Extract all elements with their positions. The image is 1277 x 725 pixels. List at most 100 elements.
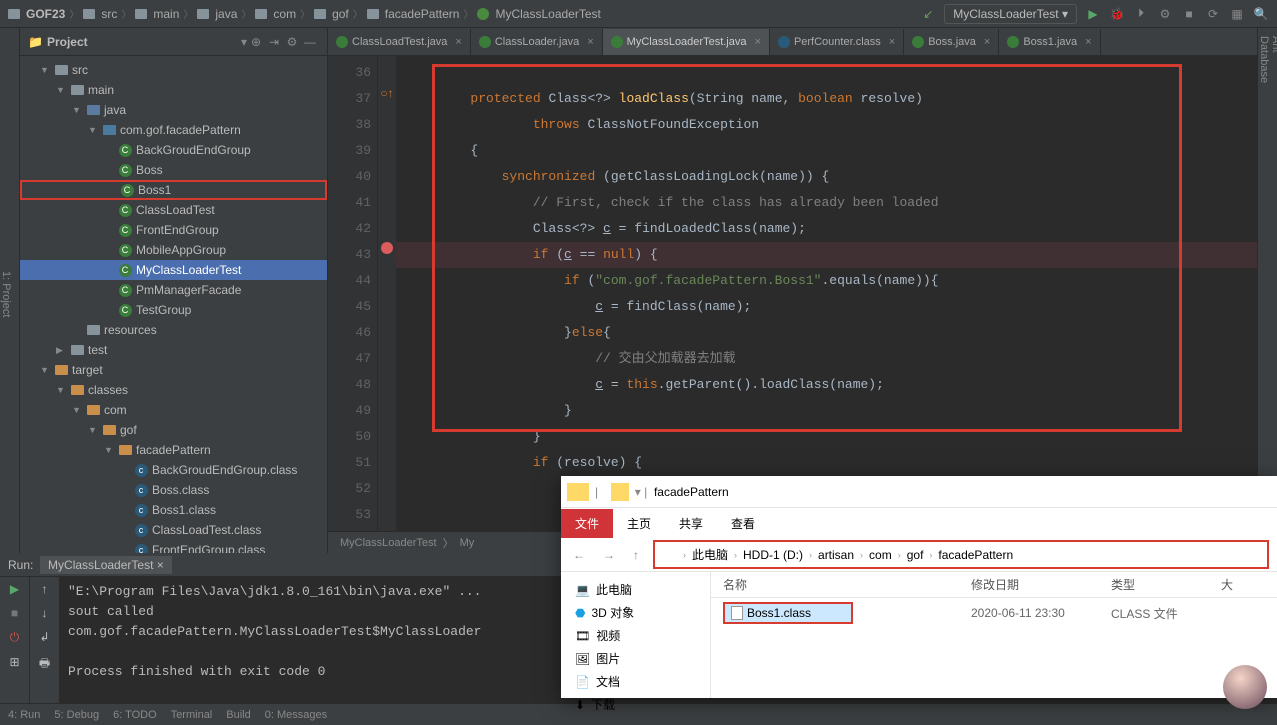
tree-tgof[interactable]: ▼gof — [20, 420, 327, 440]
address-crumbs[interactable]: › 此电脑› HDD-1 (D:)› artisan› com› gof› fa… — [653, 540, 1269, 569]
expand-icon[interactable]: ⇥ — [265, 35, 283, 49]
tab-share[interactable]: 共享 — [665, 509, 717, 538]
crumb-fp[interactable]: facadePattern — [938, 548, 1013, 562]
tree-c1[interactable]: CBackGroudEndGroup — [20, 140, 327, 160]
breadcrumb[interactable]: GOF23 〉src 〉main 〉java 〉com 〉gof 〉facade… — [8, 6, 920, 21]
col-type[interactable]: 类型 — [1111, 576, 1221, 593]
exit-icon[interactable]: ⏻ — [10, 630, 20, 645]
tree-f2[interactable]: cBoss.class — [20, 480, 327, 500]
debug-icon[interactable]: 🐞 — [1109, 6, 1125, 22]
select-opened-icon[interactable]: ⊕ — [247, 35, 265, 49]
nav-back-icon[interactable]: ← — [569, 548, 589, 562]
col-name[interactable]: 名称 — [711, 576, 971, 593]
run-tab[interactable]: MyClassLoaderTest × — [40, 556, 172, 574]
tree-tcom[interactable]: ▼com — [20, 400, 327, 420]
coverage-icon[interactable]: ⏵ — [1133, 6, 1149, 22]
col-date[interactable]: 修改日期 — [971, 576, 1111, 593]
btm-todo[interactable]: 6: TODO — [113, 709, 157, 721]
side-project[interactable]: 1: Project — [0, 271, 12, 317]
tab-view[interactable]: 查看 — [717, 509, 769, 538]
tab-classloader[interactable]: ClassLoader.java× — [471, 29, 603, 55]
explorer-columns[interactable]: 名称 修改日期 类型 大 — [711, 572, 1277, 598]
tree-c9[interactable]: CTestGroup — [20, 300, 327, 320]
tab-boss1[interactable]: Boss1.java× — [999, 29, 1100, 55]
tree-tfp[interactable]: ▼facadePattern — [20, 440, 327, 460]
nav-video[interactable]: 🎞视频 — [561, 624, 710, 647]
btm-term[interactable]: Terminal — [171, 709, 213, 721]
back-icon[interactable]: ↙ — [920, 6, 936, 22]
btm-run[interactable]: 4: Run — [8, 709, 40, 721]
nav-pics[interactable]: 🖼图片 — [561, 647, 710, 670]
nav-pc[interactable]: 💻此电脑 — [561, 578, 710, 601]
hide-icon[interactable]: — — [301, 35, 319, 49]
close-icon[interactable]: × — [455, 36, 461, 48]
tree-classes[interactable]: ▼classes — [20, 380, 327, 400]
tree-c8[interactable]: CPmManagerFacade — [20, 280, 327, 300]
tree-java[interactable]: ▼java — [20, 100, 327, 120]
print-icon[interactable]: 🖶 — [39, 654, 50, 675]
rerun-icon[interactable]: ▶ — [10, 582, 19, 596]
close-icon[interactable]: × — [587, 36, 593, 48]
tab-perfcounter[interactable]: PerfCounter.class× — [770, 29, 904, 55]
tab-myclassloadertest[interactable]: MyClassLoaderTest.java× — [603, 29, 770, 55]
bc2-b[interactable]: My — [460, 537, 475, 549]
bc-java[interactable]: java — [215, 7, 237, 21]
close-icon[interactable]: × — [889, 36, 895, 48]
run-icon[interactable]: ▶ — [1085, 6, 1101, 22]
tree-c2[interactable]: CBoss — [20, 160, 327, 180]
bc-src[interactable]: src — [101, 7, 117, 21]
tree-test[interactable]: ▶test — [20, 340, 327, 360]
col-size[interactable]: 大 — [1221, 576, 1233, 593]
crumb-d[interactable]: HDD-1 (D:) — [743, 548, 803, 562]
file-row-boss1[interactable]: Boss1.class 2020-06-11 23:30 CLASS 文件 — [711, 598, 1277, 628]
tree-f4[interactable]: cClassLoadTest.class — [20, 520, 327, 540]
explorer-ribbon-tabs[interactable]: 文件 主页 共享 查看 — [561, 508, 1277, 538]
down-icon[interactable]: ↓ — [42, 606, 48, 620]
bc-class[interactable]: MyClassLoaderTest — [495, 7, 600, 21]
tree-target[interactable]: ▼target — [20, 360, 327, 380]
run-config-select[interactable]: MyClassLoaderTest ▾ — [944, 4, 1077, 24]
gear-icon[interactable]: ⚙ — [283, 35, 301, 49]
tree-src[interactable]: ▼src — [20, 60, 327, 80]
close-icon[interactable]: × — [755, 36, 761, 48]
tree-resources[interactable]: resources — [20, 320, 327, 340]
btm-msg[interactable]: 0: Messages — [265, 709, 327, 721]
breakpoint-icon[interactable] — [381, 242, 393, 254]
tree-c4[interactable]: CClassLoadTest — [20, 200, 327, 220]
tab-file[interactable]: 文件 — [561, 509, 613, 538]
btm-debug[interactable]: 5: Debug — [54, 709, 99, 721]
tree-c3-boss1[interactable]: CBoss1 — [20, 180, 327, 200]
crumb-pc[interactable]: 此电脑 — [692, 546, 728, 563]
stop-icon[interactable]: ■ — [1181, 6, 1197, 22]
tab-boss[interactable]: Boss.java× — [904, 29, 999, 55]
sync-icon[interactable]: ⟳ — [1205, 6, 1221, 22]
explorer-file-list[interactable]: 名称 修改日期 类型 大 Boss1.class 2020-06-11 23:3… — [711, 572, 1277, 698]
close-icon[interactable]: × — [984, 36, 990, 48]
project-tree[interactable]: ▼src ▼main ▼java ▼com.gof.facadePattern … — [20, 56, 327, 553]
tree-c7-myclassloadertest[interactable]: CMyClassLoaderTest — [20, 260, 327, 280]
crumb-gof[interactable]: gof — [907, 548, 924, 562]
right-stripe[interactable]: Database Ant m Maven — [1257, 28, 1277, 553]
search-icon[interactable]: 🔍 — [1253, 6, 1269, 22]
bc-main[interactable]: main — [153, 7, 179, 21]
tab-home[interactable]: 主页 — [613, 509, 665, 538]
side-ant[interactable]: Ant — [1270, 36, 1277, 541]
left-stripe[interactable]: 1: Project — [0, 28, 20, 553]
bc-fp[interactable]: facadePattern — [385, 7, 460, 21]
explorer-titlebar[interactable]: | ▾ | facadePattern — [561, 476, 1277, 508]
tree-pkg[interactable]: ▼com.gof.facadePattern — [20, 120, 327, 140]
tree-f1[interactable]: cBackGroudEndGroup.class — [20, 460, 327, 480]
profile-icon[interactable]: ⚙ — [1157, 6, 1173, 22]
stop-icon[interactable]: ■ — [11, 606, 18, 620]
nav-fwd-icon[interactable]: → — [599, 548, 619, 562]
gutter-marks[interactable]: ○↑ — [378, 56, 396, 531]
crumb-artisan[interactable]: artisan — [818, 548, 854, 562]
tree-c6[interactable]: CMobileAppGroup — [20, 240, 327, 260]
tab-classloadtest[interactable]: ClassLoadTest.java× — [328, 29, 471, 55]
editor-tabs[interactable]: ClassLoadTest.java× ClassLoader.java× My… — [328, 28, 1257, 56]
nav-docs[interactable]: 📄文档 — [561, 670, 710, 693]
crumb-com[interactable]: com — [869, 548, 892, 562]
code-area[interactable]: protected Class<?> loadClass(String name… — [396, 56, 1257, 531]
layout-icon[interactable]: ⊞ — [9, 655, 19, 669]
nav-3d[interactable]: ⬣3D 对象 — [561, 601, 710, 624]
